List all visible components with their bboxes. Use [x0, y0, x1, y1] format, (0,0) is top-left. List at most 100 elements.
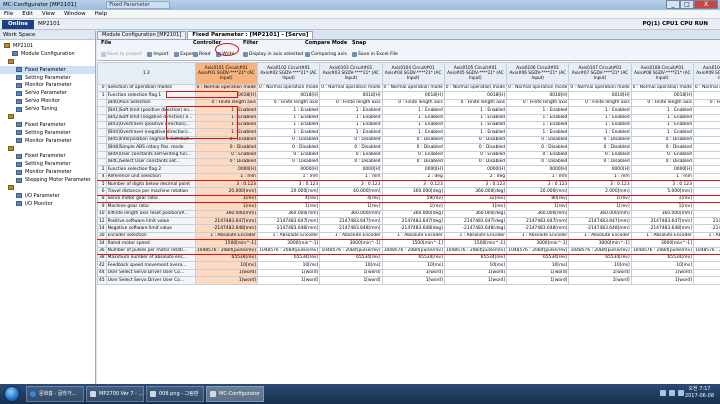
parameter-value-cell[interactable]: 360.000[mm] [568, 209, 632, 219]
parameter-value-cell[interactable]: 1[word] [630, 276, 694, 285]
tree-item[interactable] [0, 184, 95, 192]
parameter-value-cell[interactable]: 1[rev] [381, 202, 445, 211]
parameter-value-cell[interactable]: -2147483.648[mm] [319, 224, 383, 233]
tree-item[interactable]: Setting Parameter [0, 160, 95, 168]
tree-item[interactable]: Fixed Parameter [0, 121, 95, 129]
parameter-value-cell[interactable]: 10[ms] [506, 261, 570, 270]
parameter-value-cell[interactable]: 0 : Normal operation mode [443, 83, 508, 93]
parameter-value-cell[interactable]: 0 : Disabled [256, 143, 321, 152]
parameter-value-cell[interactable]: 0018[H] [692, 91, 720, 100]
parameter-value-cell[interactable]: 3 : 0.123 [319, 180, 383, 189]
parameter-value-cell[interactable]: 0 : Disabled [194, 143, 258, 152]
parameter-value-cell[interactable]: 0 : Disabled [506, 157, 570, 167]
tree-item[interactable]: Fixed Parameter [0, 152, 95, 160]
parameter-value-cell[interactable]: 65534[rev] [194, 253, 258, 263]
parameter-value-cell[interactable]: 80[rev] [506, 194, 570, 204]
parameter-value-cell[interactable]: 0 : Enabled [568, 150, 632, 159]
parameter-value-cell[interactable]: 360.000[mm] [319, 209, 383, 219]
parameter-value-cell[interactable]: 0 : Finite length axis [443, 98, 508, 108]
parameter-value-cell[interactable]: 0 : Disabled [256, 135, 321, 145]
parameter-value-cell[interactable]: 1[rev] [319, 202, 383, 211]
parameter-value-cell[interactable]: 360.000[deg] [443, 187, 508, 196]
parameter-value-cell[interactable]: 2147483.647[mm] [194, 217, 258, 226]
tree-item[interactable]: Servo Parameter [0, 89, 95, 97]
parameter-value-cell[interactable]: 360.000[deg] [381, 187, 445, 196]
axis-column-header[interactable]: Axis0108 Circuit#01 Axis#08 SGDV-****21*… [630, 62, 694, 85]
parameter-value-cell[interactable]: 1048576 : 20Bit[pulse/rev] [630, 246, 694, 256]
menu-view[interactable]: View [42, 11, 55, 17]
parameter-value-cell[interactable]: 20.000[mm] [194, 187, 258, 196]
parameter-value-cell[interactable]: 1500[min^-1] [194, 239, 258, 248]
parameter-value-cell[interactable]: 0000[H] [381, 165, 445, 174]
parameter-value-cell[interactable]: 1 : Absolute Encoder [568, 231, 632, 241]
parameter-value-cell[interactable]: 1 : mm [319, 172, 383, 182]
parameter-value-cell[interactable]: 1048576 : 20Bit[pulse/rev] [443, 246, 508, 256]
parameter-value-cell[interactable]: 1[word] [256, 276, 321, 285]
parameter-grid-area[interactable]: 1 2 Axis0101 Circuit#01 Axis#01 SGDV-****… [97, 62, 720, 384]
parameter-value-cell[interactable]: 0 : Finite length axis [568, 98, 632, 108]
parameter-value-cell[interactable]: 1 : Absolute Encoder [506, 231, 570, 241]
parameter-value-cell[interactable]: 1 : Absolute Encoder [692, 231, 720, 241]
parameter-value-cell[interactable]: 0 : Enabled [319, 150, 383, 159]
parameter-value-cell[interactable]: 1[rev] [692, 194, 720, 204]
parameter-value-cell[interactable]: 1[word] [506, 276, 570, 285]
parameter-value-cell[interactable]: -2147483.648[mm] [506, 224, 570, 233]
parameter-value-cell[interactable]: 0 : Disabled [692, 143, 720, 152]
parameter-value-cell[interactable]: 0 : Disabled [319, 157, 383, 167]
close-button[interactable]: X [694, 0, 718, 9]
tree-item[interactable]: Module Configuration [0, 50, 95, 58]
parameter-value-cell[interactable]: -2147483.648[mm] [194, 224, 258, 233]
parameter-value-cell[interactable]: 2147483.647[mm] [256, 217, 321, 226]
parameter-value-cell[interactable]: 1 : Enabled [256, 113, 321, 122]
parameter-value-cell[interactable]: 2147483.647[mm] [630, 217, 694, 226]
parameter-value-cell[interactable]: 0 : Disabled [319, 143, 383, 152]
parameter-value-cell[interactable]: 0000[H] [568, 165, 632, 174]
parameter-value-cell[interactable]: 0 : Normal operation mode [381, 83, 445, 93]
parameter-value-cell[interactable]: 1 : Enabled [506, 106, 570, 115]
tree-item[interactable]: MP2101 [0, 42, 95, 50]
parameter-value-cell[interactable]: 1[word] [568, 268, 632, 278]
parameter-value-cell[interactable]: 0 : Enabled [443, 150, 508, 159]
parameter-value-cell[interactable]: 10[ms] [568, 261, 632, 270]
parameter-value-cell[interactable]: 1[word] [692, 268, 720, 278]
parameter-value-cell[interactable]: 1 : Enabled [568, 128, 632, 137]
parameter-value-cell[interactable]: 1[word] [568, 276, 632, 285]
parameter-value-cell[interactable]: 1 : Absolute Encoder [319, 231, 383, 241]
minimize-button[interactable]: _ [666, 0, 680, 9]
parameter-value-cell[interactable]: 0018[H] [381, 91, 445, 100]
axis-column-header[interactable]: Axis0103 Circuit#01 Axis#03 SGDV-****21*… [319, 62, 383, 85]
parameter-value-cell[interactable]: 0 : Enabled [256, 150, 321, 159]
parameter-value-cell[interactable]: 1[rev] [256, 202, 321, 211]
parameter-value-cell[interactable]: 0 : Disabled [506, 135, 570, 145]
parameter-value-cell[interactable]: 1 : Enabled [630, 128, 694, 137]
parameter-value-cell[interactable]: 1 : Absolute Encoder [443, 231, 508, 241]
parameter-value-cell[interactable]: 0 : Disabled [443, 143, 508, 152]
parameter-value-cell[interactable]: 0018[H] [630, 91, 694, 100]
parameter-value-cell[interactable]: 0 : Disabled [568, 135, 632, 145]
parameter-value-cell[interactable]: 1 : Enabled [630, 106, 694, 115]
parameter-value-cell[interactable]: 360.000[mm] [194, 209, 258, 219]
parameter-value-cell[interactable]: 1[word] [256, 268, 321, 278]
parameter-value-cell[interactable]: 0 : Disabled [256, 157, 321, 167]
parameter-value-cell[interactable]: 1 : Enabled [256, 106, 321, 115]
parameter-value-cell[interactable]: 1 : Enabled [506, 128, 570, 137]
parameter-value-cell[interactable]: 1 : Enabled [506, 120, 570, 130]
parameter-value-cell[interactable]: 0018[H] [568, 91, 632, 100]
parameter-value-cell[interactable]: 1[rev] [568, 202, 632, 211]
parameter-value-cell[interactable]: 20.000[mm] [256, 187, 321, 196]
tree-item[interactable]: I/O Parameter [0, 192, 95, 200]
parameter-value-cell[interactable]: 1 : Enabled [568, 120, 632, 130]
parameter-value-cell[interactable]: 1 : Enabled [443, 113, 508, 122]
parameter-value-cell[interactable]: -2147483.648[mm] [630, 224, 694, 233]
parameter-value-cell[interactable]: 360.000[deg] [443, 209, 508, 219]
parameter-value-cell[interactable]: 0 : Disabled [319, 135, 383, 145]
parameter-value-cell[interactable]: 0 : Normal operation mode [692, 83, 720, 93]
parameter-value-cell[interactable]: 3 : 0.123 [630, 180, 694, 189]
parameter-value-cell[interactable]: 1 : Enabled [443, 128, 508, 137]
parameter-value-cell[interactable]: 0 : Disabled [443, 157, 508, 167]
parameter-value-cell[interactable]: 3 : 0.123 [443, 180, 508, 189]
parameter-value-cell[interactable]: 0000[H] [630, 165, 694, 174]
parameter-value-cell[interactable]: 1048576 : 20Bit[pulse/rev] [319, 246, 383, 256]
parameter-value-cell[interactable]: 4[rev] [256, 194, 321, 204]
parameter-value-cell[interactable]: 1 : mm [692, 172, 720, 182]
